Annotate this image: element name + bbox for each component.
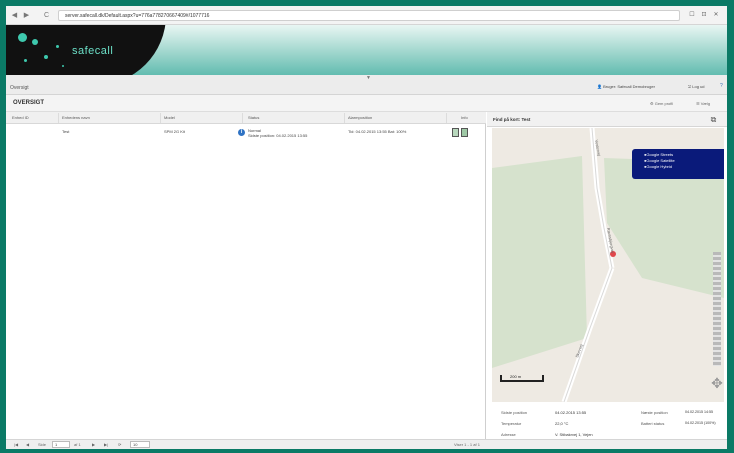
info-value: V. Stibakrvej 1, Vejen xyxy=(555,432,593,437)
cell-alarm: Tid: 04.02.2015 13:55 Bat: 100% xyxy=(348,129,407,134)
cell-model: SPM 2G Kit xyxy=(164,129,185,134)
page-label: Side xyxy=(38,442,47,447)
page-number-input[interactable]: 1 xyxy=(52,441,70,448)
column-header-model[interactable]: Model xyxy=(164,115,175,120)
pager-summary: Viser 1 - 1 af 1 xyxy=(454,442,480,447)
logo-dot xyxy=(56,45,59,48)
map-title: Find på kort: Test xyxy=(493,117,531,122)
column-separator xyxy=(344,113,345,123)
show-on-map-icon[interactable] xyxy=(461,128,468,137)
map-forest-right xyxy=(604,158,724,298)
logo-dot xyxy=(18,33,27,42)
logo-dot xyxy=(24,59,27,62)
cell-last-position: Sidste position: 04.02.2015 13:55 xyxy=(248,133,308,138)
map-canvas[interactable]: Vestervej Ravnsbjergvej Skovvej Google S… xyxy=(492,128,724,402)
column-separator xyxy=(160,113,161,123)
info-label: Adresse xyxy=(501,432,516,437)
info-value: 04.02.2015 14:55 xyxy=(685,410,713,414)
grid-pager: |◀ ◀ Side 1 af 1 ▶ ▶| ⟳ 10 Viser 1 - 1 a… xyxy=(6,439,727,449)
logout-label: Log ud xyxy=(692,84,705,89)
map-panel: Find på kort: Test ⧉ Vestervej Ravnsbjer… xyxy=(487,112,727,439)
refresh-icon[interactable]: ⟳ xyxy=(118,442,121,447)
info-label: Sidste position xyxy=(501,410,528,415)
info-value: 04.02.2015 13:55 xyxy=(555,410,587,415)
forward-icon[interactable]: ▶ xyxy=(22,11,31,20)
column-separator xyxy=(58,113,59,123)
page-count-label: af 1 xyxy=(74,442,81,447)
column-separator xyxy=(242,113,243,123)
close-window-icon[interactable]: ✕ xyxy=(712,11,720,19)
cell-name: Test xyxy=(62,129,70,134)
last-page-icon[interactable]: ▶| xyxy=(104,442,108,447)
logo-text: safecall xyxy=(72,45,114,57)
restore-window-icon[interactable]: ☐ xyxy=(688,11,696,19)
column-header-alarm[interactable]: Alarmposition xyxy=(348,115,372,120)
edit-unit-icon[interactable] xyxy=(452,128,459,137)
info-label: Batteri status xyxy=(641,421,665,426)
first-page-icon[interactable]: |◀ xyxy=(14,442,18,447)
status-info-icon[interactable]: i xyxy=(238,129,245,136)
scale-label: 200 m xyxy=(510,374,522,379)
page-title: OVERSIGT xyxy=(13,100,45,106)
scale-tick xyxy=(500,375,502,382)
save-profile-button[interactable]: ⚙ Gem profil xyxy=(650,101,673,106)
map-title-bar: Find på kort: Test ⧉ xyxy=(487,112,727,127)
address-bar[interactable]: server.safecall.dk/Default.aspx?u=776a77… xyxy=(58,10,680,21)
select-button[interactable]: ☰ Vælg xyxy=(696,101,710,106)
page-size-select[interactable]: 10 xyxy=(130,441,150,448)
app-window: ◀ ▶ C server.safecall.dk/Default.aspx?u=… xyxy=(6,6,727,449)
units-grid: Enhed ID Enhedens navn Model Status Alar… xyxy=(6,112,486,439)
info-value: 22,0 °C xyxy=(555,421,569,426)
scale-bar: 200 m xyxy=(500,374,544,382)
zoom-slider[interactable] xyxy=(713,252,721,366)
app-banner: safecall xyxy=(6,25,727,75)
menu-bar: ▼ Oversigt 👤 Bruger: Safecall Demobruger… xyxy=(6,75,727,95)
position-info-table: Sidste position 04.02.2015 13:55 Næste p… xyxy=(487,407,727,439)
scale-tick xyxy=(542,375,544,382)
help-icon[interactable]: ? xyxy=(720,83,723,89)
map-type-hybrid[interactable]: Google Hybrid xyxy=(644,164,724,170)
logo-dot xyxy=(44,55,48,59)
column-header-status[interactable]: Status xyxy=(248,115,259,120)
info-value: 04.02.2015 (100%) xyxy=(685,421,716,425)
back-icon[interactable]: ◀ xyxy=(10,11,19,20)
user-link[interactable]: 👤 Bruger: Safecall Demobruger xyxy=(597,84,655,89)
collapse-banner-icon[interactable]: ▼ xyxy=(366,75,371,81)
menu-item-oversigt[interactable]: Oversigt xyxy=(10,85,29,91)
url-text: server.safecall.dk/Default.aspx?u=776a77… xyxy=(65,13,210,19)
prev-page-icon[interactable]: ◀ xyxy=(26,442,29,447)
logo-dot xyxy=(62,65,64,67)
pan-control-icon[interactable]: ✥ xyxy=(710,376,724,390)
scale-line xyxy=(500,380,544,382)
page-header: OVERSIGT ⚙ Gem profil ☰ Vælg xyxy=(6,95,727,112)
maximize-window-icon[interactable]: ⊡ xyxy=(700,11,708,19)
column-separator xyxy=(446,113,447,123)
reload-icon[interactable]: C xyxy=(42,11,51,20)
info-label: Næste position xyxy=(641,410,668,415)
column-header-info[interactable]: Info xyxy=(461,115,468,120)
map-type-switcher: Google Streets Google Satellite Google H… xyxy=(632,149,724,179)
logo-dot xyxy=(32,39,38,45)
logout-button[interactable]: ⎋ Log ud xyxy=(688,84,705,89)
user-name: Bruger: Safecall Demobruger xyxy=(603,84,655,89)
info-label: Temperatur xyxy=(501,421,522,426)
column-header-name[interactable]: Enhedens navn xyxy=(62,115,90,120)
next-page-icon[interactable]: ▶ xyxy=(92,442,95,447)
column-header-id[interactable]: Enhed ID xyxy=(12,115,29,120)
map-forest-left xyxy=(492,156,587,368)
table-row[interactable]: Test SPM 2G Kit i Normal Sidste position… xyxy=(6,125,486,146)
browser-toolbar: ◀ ▶ C server.safecall.dk/Default.aspx?u=… xyxy=(6,6,727,25)
external-window-icon[interactable]: ⧉ xyxy=(709,115,718,124)
grid-header: Enhed ID Enhedens navn Model Status Alar… xyxy=(6,112,486,124)
